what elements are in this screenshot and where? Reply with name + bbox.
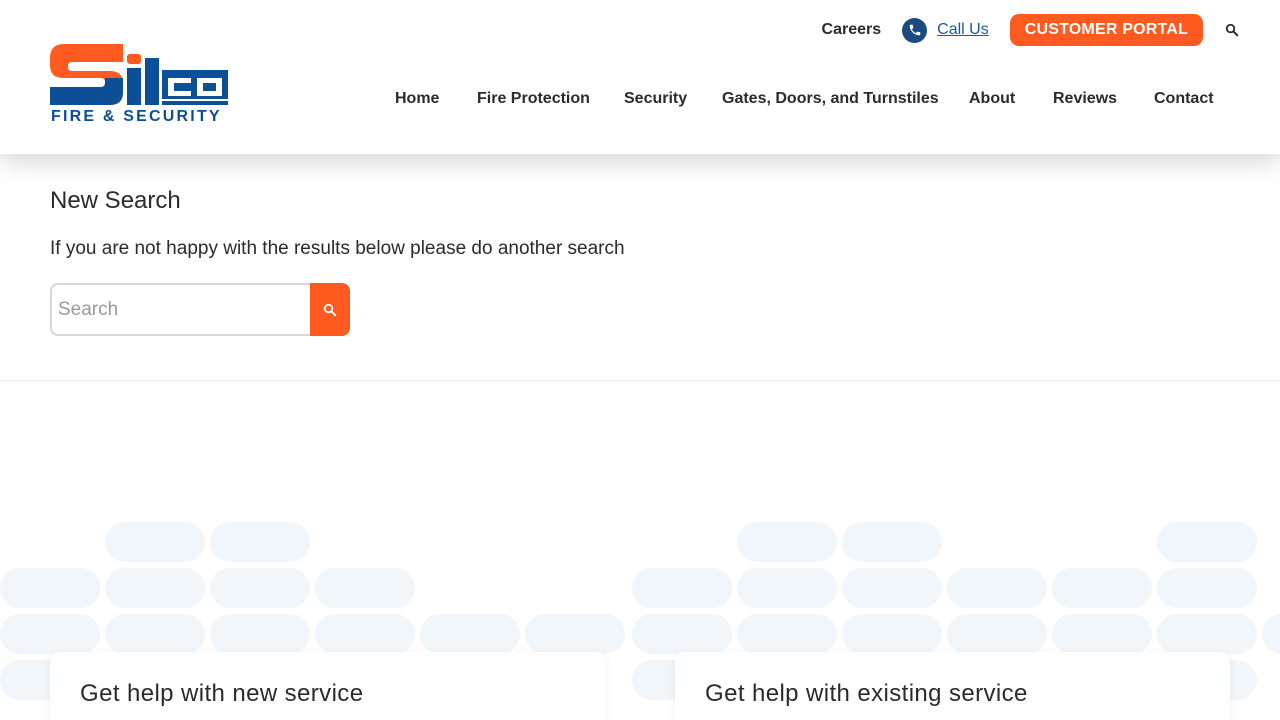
nav-item-about[interactable]: About (969, 90, 1053, 108)
nav-item-reviews[interactable]: Reviews (1053, 90, 1154, 108)
nav-item-fire-protection[interactable]: Fire Protection (477, 90, 624, 108)
logo[interactable]: FIRE & SECURITY (50, 44, 230, 126)
search-section: New Search If you are not happy with the… (50, 187, 750, 336)
page-title: New Search (50, 187, 181, 214)
call-us-link[interactable]: Call Us (937, 21, 989, 39)
search-submit-button[interactable] (310, 283, 350, 336)
section-divider (0, 380, 1280, 381)
search-input[interactable] (50, 283, 310, 336)
search-icon (323, 303, 337, 316)
silco-logo-mark (50, 44, 228, 105)
phone-icon[interactable] (902, 17, 928, 43)
new-service-card[interactable]: Get help with new service (50, 652, 605, 720)
search-intro-text: If you are not happy with the results be… (50, 238, 625, 259)
search-form (50, 283, 350, 336)
existing-service-card[interactable]: Get help with existing service (675, 652, 1230, 720)
nav-item-contact[interactable]: Contact (1154, 90, 1214, 108)
nav-item-gates-doors-turnstiles[interactable]: Gates, Doors, and Turnstiles (722, 90, 969, 108)
main-nav: Home Fire Protection Security Gates, Doo… (395, 88, 1214, 110)
logo-tagline: FIRE & SECURITY (51, 108, 222, 125)
customer-portal-button[interactable]: CUSTOMER PORTAL (1009, 14, 1203, 46)
careers-link[interactable]: Careers (822, 21, 882, 39)
search-icon[interactable] (1224, 22, 1240, 38)
card-title: Get help with new service (80, 680, 364, 707)
site-header: FIRE & SECURITY Careers Call Us CUSTOMER… (0, 0, 1280, 154)
utility-bar: Careers Call Us CUSTOMER PORTAL (822, 14, 1240, 46)
card-title: Get help with existing service (705, 680, 1028, 707)
nav-item-security[interactable]: Security (624, 90, 722, 108)
nav-item-home[interactable]: Home (395, 90, 477, 108)
